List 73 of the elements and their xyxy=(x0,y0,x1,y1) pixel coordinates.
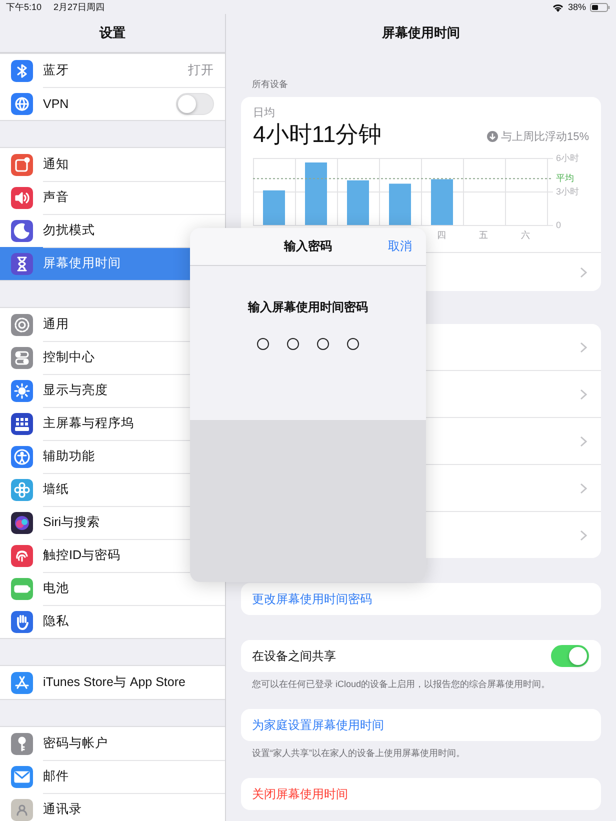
status-date: 2月27日周四 xyxy=(54,0,105,14)
sidebar-value: 打开 xyxy=(188,62,214,79)
sidebar-item[interactable]: 墙纸 xyxy=(0,473,225,506)
section-label: 所有设备 xyxy=(252,78,289,91)
sidebar-item[interactable]: 电池 xyxy=(0,572,225,605)
footnote: 设置“家人共享”以在家人的设备上使用屏幕使用时间。 xyxy=(251,747,466,760)
axis-label: 0 xyxy=(556,220,562,230)
sidebar-label: 邮件 xyxy=(43,768,70,785)
day-label: 五 xyxy=(479,230,488,240)
sidebar-item[interactable]: 主屏幕与程序坞 xyxy=(0,407,225,440)
sidebar-item[interactable]: 密码与帐户 xyxy=(0,727,225,760)
day-label: 四 xyxy=(437,230,446,240)
sidebar-item[interactable]: 声音 xyxy=(0,181,225,214)
average-label: 平均 xyxy=(556,173,574,184)
down-arrow-icon xyxy=(486,131,498,142)
sidebar-item[interactable]: 触控ID与密码 xyxy=(0,539,225,572)
sidebar-label: 通用 xyxy=(43,316,70,333)
share-label: 在设备之间共享 xyxy=(252,648,336,664)
sidebar-item[interactable]: 隐私 xyxy=(0,605,225,638)
sidebar-item[interactable]: 通用 xyxy=(0,308,225,341)
sidebar-label: 显示与亮度 xyxy=(43,382,109,399)
sidebar-item[interactable]: VPN xyxy=(0,87,225,120)
axis-label: 3小时 xyxy=(556,186,580,196)
vpn-toggle[interactable] xyxy=(176,92,214,114)
axis-label: 6小时 xyxy=(556,153,580,163)
usage-bar xyxy=(431,179,453,225)
sidebar-item[interactable]: 控制中心 xyxy=(0,341,225,374)
turn-off-link[interactable]: 关闭屏幕使用时间 xyxy=(252,786,348,802)
sidebar-label: 隐私 xyxy=(43,613,70,630)
sidebar-item[interactable]: iTunes Store与 App Store xyxy=(0,666,225,699)
sidebar-item[interactable]: 显示与亮度 xyxy=(0,374,225,407)
sidebar-label: iTunes Store与 App Store xyxy=(43,674,186,691)
battery-icon xyxy=(590,2,610,12)
cancel-button[interactable]: 取消 xyxy=(388,238,412,255)
sidebar-label: 声音 xyxy=(43,189,70,206)
sidebar-label: 屏幕使用时间 xyxy=(43,255,122,272)
usage-bar xyxy=(389,184,411,225)
sidebar-label: 主屏幕与程序坞 xyxy=(43,415,135,432)
sidebar-label: 勿扰模式 xyxy=(43,222,96,239)
sidebar-label: 密码与帐户 xyxy=(43,735,109,752)
page-title: 屏幕使用时间 xyxy=(380,24,461,42)
wifi-icon xyxy=(552,2,564,12)
share-toggle[interactable] xyxy=(551,645,589,667)
footnote: 您可以在任何已登录 iCloud的设备上启用，以报告您的综合屏幕使用时间。 xyxy=(251,678,552,691)
battery-percent: 38% xyxy=(568,2,586,12)
sidebar-label: 通知 xyxy=(43,156,70,173)
usage-bar xyxy=(305,162,327,225)
sidebar-label: 墙纸 xyxy=(43,481,70,498)
summary-label: 日均 xyxy=(253,106,276,120)
passcode-prompt: 输入屏幕使用时间密码 xyxy=(246,299,369,316)
dialog-title: 输入密码 xyxy=(284,238,332,255)
trend-text: 与上周比浮动15% xyxy=(500,130,589,144)
sidebar-label: VPN xyxy=(43,96,70,110)
sidebar-item[interactable]: 辅助功能 xyxy=(0,440,225,473)
status-time: 下午5:10 xyxy=(6,0,42,14)
sidebar-label: Siri与搜索 xyxy=(43,514,102,531)
usage-bar xyxy=(347,180,369,225)
day-label: 六 xyxy=(521,230,530,240)
sidebar-label: 电池 xyxy=(43,580,70,597)
sidebar-item[interactable]: 通知 xyxy=(0,148,225,181)
action-link[interactable]: 为家庭设置屏幕使用时间 xyxy=(252,716,384,734)
sidebar-label: 通讯录 xyxy=(43,801,83,818)
sidebar-label: 辅助功能 xyxy=(43,448,96,465)
sidebar-label: 触控ID与密码 xyxy=(43,547,122,564)
usage-bar xyxy=(263,190,285,225)
action-link[interactable]: 更改屏幕使用时间密码 xyxy=(252,590,372,608)
sidebar-item[interactable]: 通讯录 xyxy=(0,793,225,821)
sidebar-label: 蓝牙 xyxy=(43,62,70,79)
sidebar-item[interactable]: 蓝牙 打开 xyxy=(0,54,225,87)
sidebar-label: 控制中心 xyxy=(43,349,96,366)
sidebar-item[interactable]: 邮件 xyxy=(0,760,225,793)
sidebar-item[interactable]: 勿扰模式 xyxy=(0,214,225,247)
daily-average: 4小时11分钟 xyxy=(253,120,382,148)
